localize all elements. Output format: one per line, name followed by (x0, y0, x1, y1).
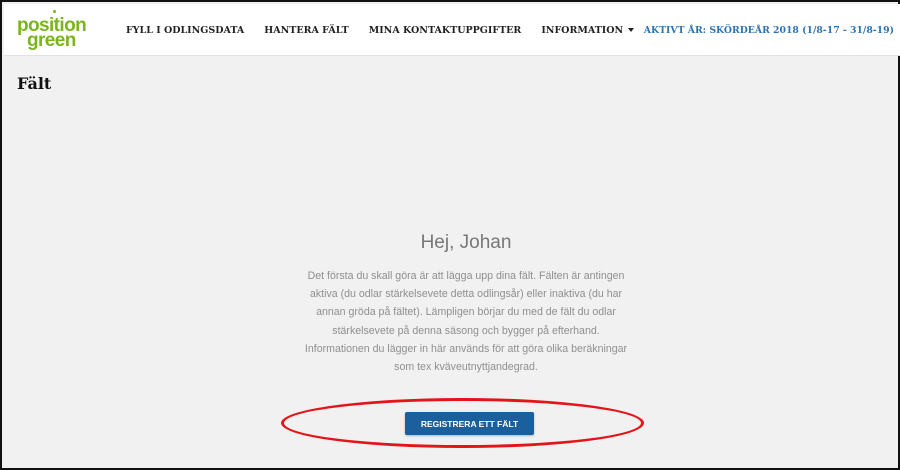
page-title: Fält (17, 74, 52, 93)
active-year-link[interactable]: AKTIVT ÅR: SKÖRDEÅR 2018 (1/8-17 - 31/8-… (644, 4, 894, 56)
welcome-panel: Hej, Johan Det första du skall göra är a… (260, 232, 672, 376)
logo-dot (53, 10, 56, 13)
description-line: Det första du skall göra är att lägga up… (307, 270, 625, 282)
description-line: aktiva (du odlar stärkelsevete detta odl… (309, 288, 623, 301)
register-field-button[interactable]: REGISTRERA ETT FÄLT (405, 412, 534, 435)
nav-item-mina-kontaktuppgifter[interactable]: MINA KONTAKTUPPGIFTER (369, 25, 522, 36)
position-green-logo[interactable]: position green (17, 9, 89, 53)
nav-item-information-dropdown[interactable]: INFORMATION (541, 24, 635, 36)
app-window: position green FYLL I ODLINGSDATA HANTER… (0, 0, 900, 470)
caret-down-icon (628, 28, 635, 32)
welcome-greeting: Hej, Johan (420, 232, 512, 253)
nav-item-label: MINA KONTAKTUPPGIFTER (368, 24, 522, 36)
nav-item-label: HANTERA FÄLT (264, 24, 349, 36)
description-line: som tex kväveutnyttjandegrad. (394, 361, 538, 374)
description-line: stärkelsevete på denna säsong och bygger… (332, 324, 600, 337)
logo-text-line2: green (27, 30, 76, 51)
description-line: Informationen du lägger in här används f… (304, 342, 628, 355)
nav-item-hantera-falt[interactable]: HANTERA FÄLT (264, 25, 348, 36)
nav-item-fyll-i-odlingsdata[interactable]: FYLL I ODLINGSDATA (126, 25, 244, 36)
top-navbar: position green FYLL I ODLINGSDATA HANTER… (4, 4, 900, 56)
welcome-description: Det första du skall göra är att lägga up… (260, 267, 672, 376)
main-nav: FYLL I ODLINGSDATA HANTERA FÄLT MINA KON… (126, 4, 654, 56)
nav-item-label: INFORMATION (541, 24, 624, 36)
nav-item-label: FYLL I ODLINGSDATA (126, 24, 245, 36)
description-line: annan gröda på fältet). Lämpligen börjar… (316, 306, 616, 319)
